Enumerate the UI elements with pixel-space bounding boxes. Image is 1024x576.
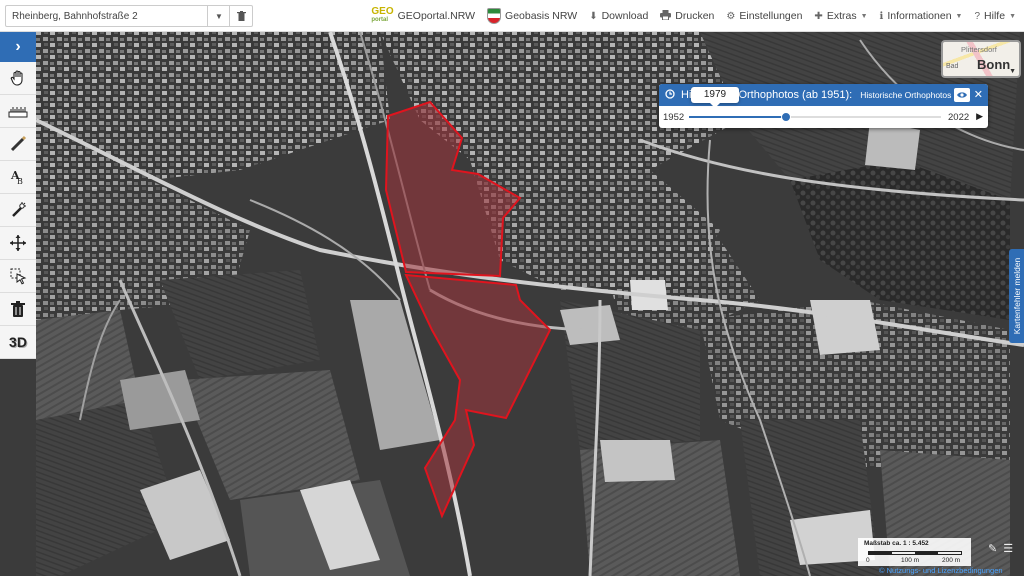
top-bar: ▼ GEO portal GEOportal.NRW Geobasis NRW … [0,0,1024,32]
basemap-label-bad: Bad [946,63,959,70]
geobasis-label: Geobasis NRW [505,10,578,22]
year-slider-fill [689,116,787,118]
close-icon[interactable]: ✕ [974,88,983,101]
select-pointer-icon[interactable] [0,260,36,293]
gear-icon: ⚙ [726,10,736,22]
report-tab-label: Kartenfehler melden [1011,257,1022,335]
basemap-label-city: Bonn [977,57,1011,72]
edit-icon[interactable]: ✎ [988,542,997,555]
settings-button[interactable]: ⚙ Einstellungen [726,10,802,22]
geoportal-logo: GEO portal [371,6,394,24]
download-icon: ⬇ [589,10,598,22]
svg-text:B: B [17,177,23,186]
scale-tick-0: 0 [866,557,870,564]
map-tools: ✎ ☰ [988,542,1013,555]
measure-ruler-icon[interactable] [0,95,36,128]
clock-icon [665,88,675,102]
year-slider-row: 1952 2022 ▶ [659,106,988,128]
question-icon: ? [974,10,981,22]
eye-icon[interactable] [954,88,970,102]
caret-down-icon: ▼ [955,12,963,20]
extras-menu[interactable]: ✚ Extras ▼ [814,10,867,22]
caret-down-icon[interactable]: ▼ [207,6,230,26]
list-sort-icon[interactable]: ☰ [1003,542,1013,555]
tools-icon: ✚ [814,10,823,22]
move-arrows-icon[interactable] [0,227,36,260]
year-end-label: 2022 [948,112,970,123]
info-menu[interactable]: ℹ Informationen ▼ [880,10,963,22]
printer-icon [660,9,672,23]
scale-tick-2: 200 m [942,557,961,564]
download-label: Download [601,10,649,22]
caret-down-icon: ▼ [1009,68,1016,75]
help-label: Hilfe [984,10,1006,22]
search-input[interactable] [6,6,218,26]
basemap-label-top: Plittersdorf [961,45,997,54]
print-label: Drucken [675,10,715,22]
magic-wand-icon[interactable] [0,194,36,227]
scale-graphic [868,551,962,555]
text-label-icon[interactable]: AB [0,161,36,194]
scale-bar: Maßstab ca. 1 : 5.452 0 100 m 200 m [858,538,971,566]
caret-down-icon: ▼ [1009,12,1016,20]
draw-line-icon[interactable] [0,128,36,161]
address-search: ▼ [5,5,253,27]
left-toolbar: › AB 3D [0,32,36,359]
main-nav: GEO portal GEOportal.NRW Geobasis NRW ⬇ … [371,0,1016,32]
toolbar-toggle-button[interactable]: › [0,32,36,62]
play-icon[interactable]: ▶ [976,111,983,122]
caret-down-icon: ▼ [860,12,868,20]
pan-hand-icon[interactable] [0,62,36,95]
orthophoto-subtitle: Historische Orthophotos [860,90,952,100]
year-slider[interactable] [689,112,941,122]
scale-tick-1: 100 m [901,557,920,564]
report-map-error-tab[interactable]: Kartenfehler melden [1009,249,1024,343]
3d-label: 3D [9,334,27,350]
license-link[interactable]: © Nutzungs- und Lizenzbedingungen [879,566,1003,575]
geoportal-link[interactable]: GEO portal GEOportal.NRW [371,6,476,24]
extras-label: Extras [826,10,857,22]
year-slider-handle[interactable] [781,112,792,122]
selected-year-tooltip: 1979 [691,87,739,108]
download-button[interactable]: ⬇ Download [589,10,648,22]
print-button[interactable]: Drucken [660,9,715,23]
settings-label: Einstellungen [739,10,803,22]
geoportal-label: GEOportal.NRW [397,10,476,22]
help-menu[interactable]: ? Hilfe ▼ [974,10,1016,22]
nrw-crest-icon [487,8,502,24]
year-start-label: 1952 [663,112,685,123]
trash-icon[interactable] [0,293,36,326]
geobasis-link[interactable]: Geobasis NRW [487,8,577,24]
trash-icon[interactable] [229,6,252,26]
info-label: Informationen [887,10,952,22]
3d-view-icon[interactable]: 3D [0,326,36,359]
info-icon: ℹ [879,10,884,22]
scale-label: Maßstab ca. 1 : 5.452 [864,540,929,547]
basemap-switcher[interactable]: Plittersdorf Bad Bonn ▼ [941,40,1021,78]
